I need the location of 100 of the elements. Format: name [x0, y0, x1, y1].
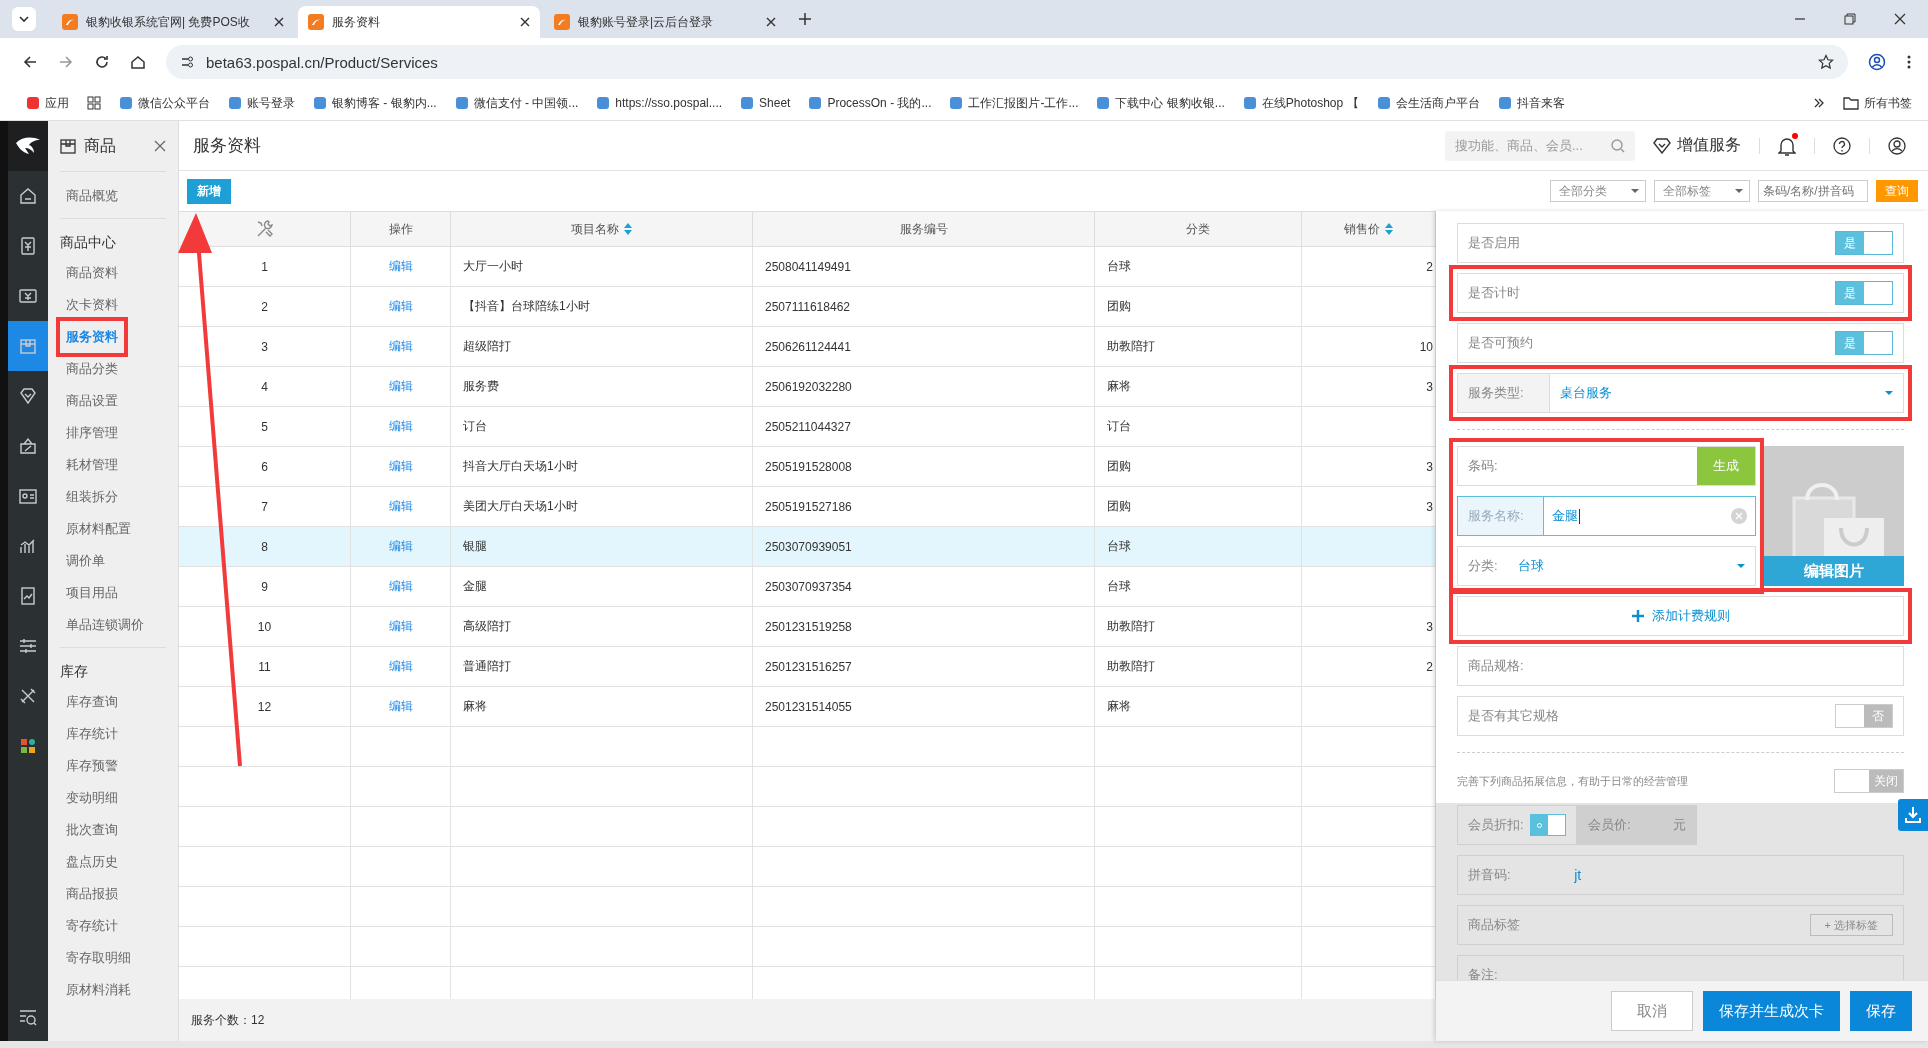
- sidebar-item[interactable]: 项目用品: [60, 577, 124, 609]
- edit-link[interactable]: 编辑: [388, 458, 413, 475]
- reload-icon[interactable]: [94, 54, 110, 70]
- edit-link[interactable]: 编辑: [388, 498, 413, 515]
- edit-link[interactable]: 编辑: [388, 538, 413, 555]
- bookmark-item[interactable]: 应用: [26, 94, 69, 112]
- restore-icon[interactable]: [1844, 13, 1856, 25]
- table-row[interactable]: 2 编辑 【抖音】台球陪练1小时 2507111618462 团购: [179, 287, 1436, 327]
- tab-list-icon[interactable]: [12, 7, 36, 31]
- sort-icon[interactable]: [1385, 223, 1393, 235]
- forward-icon[interactable]: [58, 54, 74, 70]
- spec-field[interactable]: 商品规格:: [1457, 646, 1904, 686]
- edit-link[interactable]: 编辑: [388, 578, 413, 595]
- edit-link[interactable]: 编辑: [388, 658, 413, 675]
- sidebar-item[interactable]: 商品报损: [60, 878, 124, 910]
- bookmark-item[interactable]: 微信支付 - 中国领...: [454, 94, 579, 112]
- add-billing-rule-button[interactable]: 添加计费规则: [1457, 596, 1904, 636]
- sidebar-item[interactable]: 调价单: [60, 545, 111, 577]
- add-button[interactable]: 新增: [187, 178, 231, 204]
- category-dropdown[interactable]: 分类: 台球: [1457, 546, 1756, 586]
- bookmark-item[interactable]: 下载中心 银豹收银...: [1096, 94, 1225, 112]
- bookmark-item[interactable]: 账号登录: [228, 94, 295, 112]
- sidebar-item[interactable]: 寄存统计: [60, 910, 124, 942]
- download-icon[interactable]: [1898, 799, 1928, 831]
- sidebar-item[interactable]: 商品分类: [60, 353, 124, 385]
- sidebar-item[interactable]: 耗材管理: [60, 449, 124, 481]
- bookmark-item[interactable]: https://sso.pospal....: [596, 96, 723, 110]
- edit-link[interactable]: 编辑: [388, 258, 413, 275]
- barcode-field[interactable]: 条码: 生成: [1457, 446, 1756, 486]
- table-row[interactable]: 3 编辑 超级陪打 2506261124441 助教陪打 10: [179, 327, 1436, 367]
- bookmark-item[interactable]: 抖音来客: [1497, 94, 1565, 112]
- table-row[interactable]: 12 编辑 麻将 2501231514055 麻将: [179, 687, 1436, 727]
- tag-filter-dropdown[interactable]: 全部标签: [1654, 180, 1750, 202]
- sidebar-item[interactable]: 盘点历史: [60, 846, 124, 878]
- form-button[interactable]: 保存并生成次卡: [1703, 991, 1840, 1031]
- edit-link[interactable]: 编辑: [388, 378, 413, 395]
- value-service-link[interactable]: 增值服务: [1653, 135, 1741, 156]
- bookmark-item[interactable]: 工作汇报图片-工作...: [949, 94, 1079, 112]
- edit-link[interactable]: 编辑: [388, 298, 413, 315]
- sidebar-item[interactable]: 批次查询: [60, 814, 124, 846]
- close-icon[interactable]: [520, 17, 530, 27]
- bookmark-item[interactable]: Sheet: [740, 96, 791, 110]
- form-button[interactable]: 取消: [1611, 991, 1693, 1031]
- sidebar-item[interactable]: 原材料消耗: [60, 974, 137, 1006]
- site-info-icon[interactable]: [180, 55, 194, 69]
- sidebar-item[interactable]: 库存统计: [60, 718, 124, 750]
- table-row[interactable]: 11 编辑 普通陪打 2501231516257 助教陪打 2: [179, 647, 1436, 687]
- search-icon[interactable]: [1611, 138, 1625, 153]
- bookmark-item[interactable]: 会生活商户平台: [1376, 94, 1480, 112]
- edit-link[interactable]: 编辑: [388, 698, 413, 715]
- edit-image-button[interactable]: 编辑图片: [1764, 556, 1904, 586]
- form-button[interactable]: 保存: [1850, 991, 1912, 1031]
- browser-tab[interactable]: 银豹收银系统官网| 免费POS收: [52, 6, 294, 38]
- sidebar-item[interactable]: 原材料配置: [60, 513, 137, 545]
- sidebar-item[interactable]: 变动明细: [60, 782, 124, 814]
- bookmark-item[interactable]: 在线Photoshop 【: [1242, 94, 1359, 112]
- table-row[interactable]: 5 编辑 订台 2505211044327 订台: [179, 407, 1436, 447]
- tab-groups-icon[interactable]: [87, 96, 101, 110]
- service-type-dropdown[interactable]: 服务类型: 桌台服务: [1457, 373, 1904, 413]
- edit-link[interactable]: 编辑: [388, 418, 413, 435]
- new-tab-icon[interactable]: [798, 12, 812, 26]
- sidebar-item[interactable]: 商品概览: [60, 180, 124, 212]
- close-icon[interactable]: [766, 17, 776, 27]
- sidebar-item[interactable]: 排序管理: [60, 417, 124, 449]
- service-name-field[interactable]: 服务名称: 金腿: [1457, 496, 1756, 536]
- edit-link[interactable]: 编辑: [388, 338, 413, 355]
- horizontal-scrollbar[interactable]: [0, 1041, 1928, 1048]
- user-avatar-icon[interactable]: [1888, 136, 1906, 155]
- sidebar-item[interactable]: 库存查询: [60, 686, 124, 718]
- keyword-search-field[interactable]: 条码/名称/拼音码: [1758, 180, 1868, 202]
- table-row[interactable]: 9 编辑 金腿 2503070937354 台球: [179, 567, 1436, 607]
- profile-icon[interactable]: [1868, 53, 1886, 71]
- browser-tab[interactable]: 银豹账号登录|云后台登录: [544, 6, 786, 38]
- sort-icon[interactable]: [624, 223, 632, 235]
- close-icon[interactable]: [274, 17, 284, 27]
- sidebar-item[interactable]: 商品设置: [60, 385, 124, 417]
- help-icon[interactable]: [1833, 136, 1851, 155]
- edit-link[interactable]: 编辑: [388, 618, 413, 635]
- more-bookmarks-icon[interactable]: [1813, 97, 1825, 109]
- logo-icon[interactable]: [14, 135, 42, 157]
- close-icon[interactable]: [1894, 13, 1906, 25]
- notification-bell-icon[interactable]: [1778, 135, 1796, 156]
- sidebar-item[interactable]: 单品连锁调价: [60, 609, 150, 641]
- sidebar-item[interactable]: 商品资料: [60, 257, 124, 289]
- more-menu-icon[interactable]: [1906, 54, 1912, 70]
- sidebar-item[interactable]: 次卡资料: [60, 289, 124, 321]
- table-row[interactable]: 8 编辑 银腿 2503070939051 台球: [179, 527, 1436, 567]
- table-row[interactable]: 10 编辑 高级陪打 2501231519258 助教陪打 3: [179, 607, 1436, 647]
- search-list-icon[interactable]: [19, 1009, 37, 1027]
- bookmark-item[interactable]: ProcessOn - 我的...: [808, 94, 932, 112]
- sidebar-item[interactable]: 库存预警: [60, 750, 124, 782]
- all-bookmarks-item[interactable]: 所有书签: [1843, 94, 1912, 112]
- table-row[interactable]: 4 编辑 服务费 2506192032280 麻将 3: [179, 367, 1436, 407]
- back-icon[interactable]: [22, 54, 38, 70]
- address-field[interactable]: beta63.pospal.cn/Product/Services: [166, 45, 1848, 79]
- bookmark-star-icon[interactable]: [1818, 54, 1834, 70]
- sidebar-item[interactable]: 寄存取明细: [60, 942, 137, 974]
- home-icon[interactable]: [130, 54, 146, 70]
- bookmark-item[interactable]: 微信公众平台: [119, 94, 210, 112]
- table-row[interactable]: 6 编辑 抖音大厅白天场1小时 2505191528008 团购 3: [179, 447, 1436, 487]
